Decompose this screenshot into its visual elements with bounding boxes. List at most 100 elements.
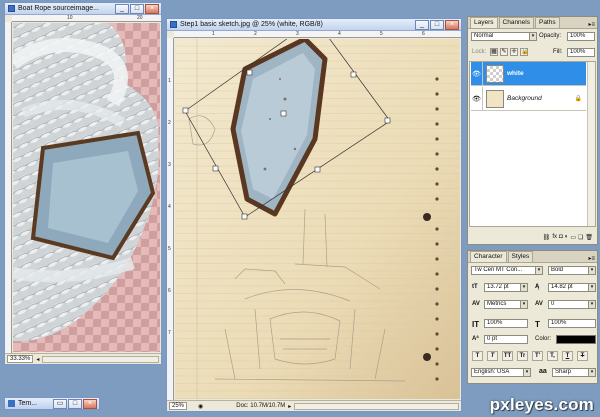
horizontal-scale-input[interactable]: 100% — [548, 319, 596, 328]
superscript-button[interactable]: T' — [532, 351, 543, 361]
layer-mask-icon[interactable]: ◘ — [559, 234, 563, 240]
close-button[interactable]: × — [83, 399, 97, 409]
all-caps-button[interactable]: TT — [502, 351, 513, 361]
status-arrow-icon[interactable]: ◂ — [36, 356, 39, 363]
rope-window-title: Boat Rope sourceimage... — [18, 5, 99, 12]
horizontal-scale-icon: T — [535, 320, 540, 329]
character-panel[interactable]: Character Styles ▸≡ Tw Cen MT Con... ▾ B… — [467, 250, 598, 384]
layer-style-icon[interactable]: fx — [552, 234, 557, 240]
new-layer-icon[interactable]: ❏ — [578, 234, 583, 241]
leading-input[interactable]: 14.82 pt ▾ — [548, 283, 596, 292]
faux-italic-button[interactable]: T — [487, 351, 498, 361]
tab-styles[interactable]: Styles — [507, 251, 534, 262]
antialias-select[interactable]: Sharp ▾ — [552, 368, 596, 377]
close-button[interactable]: × — [445, 20, 459, 30]
tab-layers[interactable]: Layers — [470, 17, 498, 28]
panel-menu-icon[interactable]: ▸≡ — [588, 21, 595, 28]
maximize-button[interactable]: □ — [130, 4, 144, 14]
baseline-shift-value: 0 pt — [487, 336, 498, 342]
lock-transparency-icon[interactable]: ▦ — [490, 48, 498, 56]
sketch-window-titlebar[interactable]: Step1 basic sketch.jpg @ 25% (white, RGB… — [167, 19, 461, 31]
layer-name: white — [507, 70, 524, 77]
lock-all-icon[interactable]: 🔒 — [520, 48, 528, 56]
ruler-label: 6 — [168, 288, 171, 294]
minimized-window-temp[interactable]: Tem... ▭ □ × — [4, 397, 100, 410]
maximize-button[interactable]: □ — [68, 399, 82, 409]
layers-panel-tabs: Layers Channels Paths ▸≡ — [468, 17, 597, 29]
tracking-value: 0 — [551, 301, 555, 307]
eye-icon[interactable]: 👁 — [471, 62, 483, 85]
rope-source-window[interactable]: Boat Rope sourceimage... _ □ × 10 20 33.… — [4, 2, 162, 365]
status-menu-arrow-icon[interactable]: ▸ — [288, 403, 291, 410]
lock-position-icon[interactable]: ✛ — [510, 48, 518, 56]
small-caps-button[interactable]: Tr — [517, 351, 528, 361]
restore-button[interactable]: ▭ — [53, 399, 67, 409]
zoom-field[interactable]: 25% — [169, 402, 188, 410]
font-style-select[interactable]: Bold ▾ — [548, 266, 596, 275]
baseline-shift-input[interactable]: 0 pt — [484, 335, 528, 344]
vertical-scale-input[interactable]: 100% — [484, 319, 528, 328]
chevron-down-icon: ▾ — [529, 33, 536, 40]
font-size-input[interactable]: 13.72 pt ▾ — [484, 283, 528, 292]
language-select[interactable]: English: USA ▾ — [471, 368, 531, 377]
leading-value: 14.82 pt — [551, 284, 573, 290]
close-button[interactable]: × — [145, 4, 159, 14]
horizontal-scrollbar[interactable] — [42, 355, 159, 363]
character-panel-tabs: Character Styles ▸≡ — [468, 251, 597, 263]
horizontal-ruler[interactable]: 10 20 — [12, 15, 161, 22]
rope-canvas[interactable] — [13, 23, 160, 352]
kerning-icon: AV — [472, 301, 480, 307]
adjustment-layer-icon[interactable]: ◐ — [565, 234, 569, 240]
sketch-document-window[interactable]: Step1 basic sketch.jpg @ 25% (white, RGB… — [166, 18, 462, 412]
strikethrough-button[interactable]: T — [577, 351, 588, 361]
maximize-button[interactable]: □ — [430, 20, 444, 30]
new-group-icon[interactable]: ▭ — [570, 234, 576, 241]
link-layers-icon[interactable]: ⛓ — [543, 234, 551, 241]
chevron-down-icon: ▾ — [520, 301, 527, 308]
chevron-down-icon: ▾ — [535, 267, 542, 274]
horizontal-scrollbar[interactable] — [294, 402, 459, 410]
ruler-label: 3 — [168, 162, 171, 168]
minimize-button[interactable]: _ — [115, 4, 129, 14]
underline-button[interactable]: T — [562, 351, 573, 361]
tab-paths[interactable]: Paths — [534, 17, 560, 28]
lock-image-icon[interactable]: ✎ — [500, 48, 508, 56]
ruler-label: 1 — [212, 31, 215, 37]
rope-window-titlebar[interactable]: Boat Rope sourceimage... _ □ × — [5, 3, 161, 15]
blend-mode-select[interactable]: Normal ▾ — [471, 32, 537, 41]
kerning-select[interactable]: Metrics ▾ — [484, 300, 528, 309]
notebook-sketch-image — [175, 39, 460, 399]
tab-character[interactable]: Character — [470, 251, 507, 262]
status-options-icon[interactable]: ◉ — [198, 403, 203, 410]
text-color-swatch[interactable] — [556, 335, 596, 344]
tab-channels[interactable]: Channels — [498, 17, 534, 28]
ruler-label: 5 — [168, 246, 171, 252]
vertical-ruler[interactable]: 1 2 3 4 5 6 7 — [167, 38, 174, 400]
vertical-ruler[interactable] — [5, 22, 12, 353]
horizontal-ruler[interactable]: 1 2 3 4 5 6 — [174, 31, 461, 38]
layers-scrollbar[interactable] — [587, 62, 595, 226]
trash-icon[interactable]: 🗑 — [585, 234, 593, 241]
opacity-input[interactable]: 100% — [567, 32, 595, 41]
layers-panel[interactable]: Layers Channels Paths ▸≡ Normal ▾ Opacit… — [467, 16, 598, 245]
tracking-select[interactable]: 0 ▾ — [548, 300, 596, 309]
eye-icon[interactable]: 👁 — [471, 87, 483, 110]
sketch-canvas[interactable] — [175, 39, 460, 399]
desktop: Boat Rope sourceimage... _ □ × 10 20 33.… — [0, 0, 600, 417]
ruler-label: 5 — [380, 31, 383, 37]
panel-menu-icon[interactable]: ▸≡ — [588, 255, 595, 262]
lock-label: Lock: — [472, 49, 487, 55]
subscript-button[interactable]: T, — [547, 351, 558, 361]
fill-input[interactable]: 100% — [567, 48, 595, 57]
antialias-value: Sharp — [555, 369, 572, 375]
chevron-down-icon: ▾ — [588, 369, 595, 376]
faux-bold-button[interactable]: T — [472, 351, 483, 361]
tracking-icon: AV — [535, 301, 543, 307]
sketch-status-bar: 25% ◉ Doc: 10.7M/10.7M ▸ — [167, 400, 461, 411]
document-icon — [8, 400, 15, 407]
layer-row-background[interactable]: 👁 Background 🔒 — [471, 87, 586, 111]
minimize-button[interactable]: _ — [415, 20, 429, 30]
layer-row-white[interactable]: 👁 white — [471, 62, 586, 86]
zoom-field[interactable]: 33.33% — [7, 355, 34, 363]
font-family-select[interactable]: Tw Cen MT Con... ▾ — [471, 266, 543, 275]
